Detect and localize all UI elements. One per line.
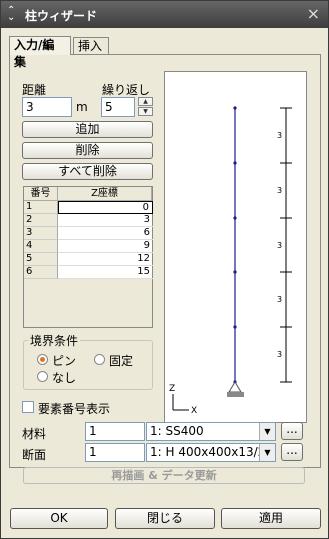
coordinate-table: 番号 Z座標 1 0 2 3 3 6 4 9 5 12 6 15 (23, 186, 153, 328)
delete-button[interactable]: 削除 (22, 142, 153, 159)
material-select-value: 1: SS400 (150, 424, 204, 438)
segment-label: 3 (277, 350, 282, 359)
section-label: 断面 (22, 448, 47, 462)
tab-insert[interactable]: 挿入 (73, 37, 109, 54)
apply-button[interactable]: 適用 (221, 508, 321, 529)
repeat-spin-up-icon[interactable]: ▲ (138, 97, 153, 106)
distance-unit: m (76, 100, 88, 114)
segment-label: 3 (277, 131, 282, 140)
radio-none-label: なし (52, 371, 77, 385)
column-wizard-window: ⌃ ⌄ 柱ウィザード × 入力/編集 挿入 距離 3 m 繰り返し 5 ▲ ▼ 追… (0, 0, 329, 539)
radio-fixed[interactable] (94, 354, 105, 365)
collapse-icon[interactable]: ⌃ ⌄ (7, 6, 19, 23)
segment-label: 3 (277, 295, 282, 304)
table-row-number[interactable]: 1 (24, 201, 58, 214)
boundary-condition-title: 境界条件 (28, 332, 81, 349)
material-label: 材料 (22, 427, 47, 441)
segment-label: 3 (277, 241, 282, 250)
table-cell-z[interactable]: 15 (58, 266, 153, 279)
column-diagram: 3 3 3 3 3 Z X (169, 106, 292, 416)
preview-canvas: 3 3 3 3 3 Z X (164, 71, 307, 423)
distance-input[interactable]: 3 (22, 97, 72, 117)
table-cell-z[interactable]: 9 (58, 240, 153, 253)
distance-label: 距離 (22, 83, 47, 97)
section-more-button[interactable]: ... (281, 443, 303, 461)
repeat-label: 繰り返し (102, 83, 151, 97)
table-cell-z[interactable]: 3 (58, 214, 153, 227)
tab-input-edit[interactable]: 入力/編集 (9, 36, 71, 69)
boundary-condition-group: 境界条件 ピン 固定 なし (23, 332, 153, 390)
ok-button[interactable]: OK (10, 508, 108, 529)
node-point (233, 216, 237, 220)
table-row-number[interactable]: 3 (24, 227, 58, 240)
segment-label: 3 (277, 186, 282, 195)
table-row-number[interactable]: 4 (24, 240, 58, 253)
chevron-down-icon[interactable]: ▼ (259, 444, 275, 461)
redraw-update-button[interactable]: 再描画 & データ更新 (23, 467, 305, 484)
element-number-checkbox[interactable] (22, 401, 34, 413)
node-point (233, 325, 237, 329)
node-point (233, 270, 237, 274)
title-bar: ⌃ ⌄ 柱ウィザード × (1, 1, 328, 28)
add-button[interactable]: 追加 (22, 121, 153, 138)
table-row-number[interactable]: 2 (24, 214, 58, 227)
material-more-button[interactable]: ... (281, 422, 303, 440)
radio-fixed-label: 固定 (109, 354, 134, 368)
z-axis-label: Z (169, 384, 175, 394)
material-select[interactable]: 1: SS400 ▼ (146, 422, 276, 441)
radio-none[interactable] (37, 371, 48, 382)
material-number-input[interactable]: 1 (85, 422, 145, 441)
support-base (227, 392, 244, 397)
repeat-input[interactable]: 5 (101, 97, 135, 117)
table-row-number[interactable]: 5 (24, 253, 58, 266)
node-point (233, 161, 237, 165)
table-row-number[interactable]: 6 (24, 266, 58, 279)
element-number-label: 要素番号表示 (38, 402, 111, 416)
table-empty-area (24, 279, 152, 327)
pin-support-icon (228, 381, 242, 393)
x-axis-label: X (191, 406, 197, 416)
repeat-spin-down-icon[interactable]: ▼ (138, 107, 153, 116)
table-cell-z[interactable]: 12 (58, 253, 153, 266)
table-cell-z[interactable]: 6 (58, 227, 153, 240)
chevron-down-icon[interactable]: ▼ (259, 423, 275, 440)
radio-pin-label: ピン (52, 354, 77, 368)
section-select-value: 1: H 400x400x13/21 (150, 445, 273, 459)
radio-pin[interactable] (37, 354, 48, 365)
table-cell-z[interactable]: 0 (58, 201, 153, 214)
column-header-number: 番号 (24, 187, 58, 201)
delete-all-button[interactable]: すべて削除 (22, 163, 153, 180)
close-button[interactable]: 閉じる (115, 508, 215, 529)
window-title: 柱ウィザード (25, 9, 98, 23)
section-number-input[interactable]: 1 (85, 443, 145, 462)
section-select[interactable]: 1: H 400x400x13/21 ▼ (146, 443, 276, 462)
column-header-z: Z座標 (58, 187, 152, 201)
node-point (233, 106, 237, 110)
close-icon[interactable]: × (307, 4, 320, 23)
